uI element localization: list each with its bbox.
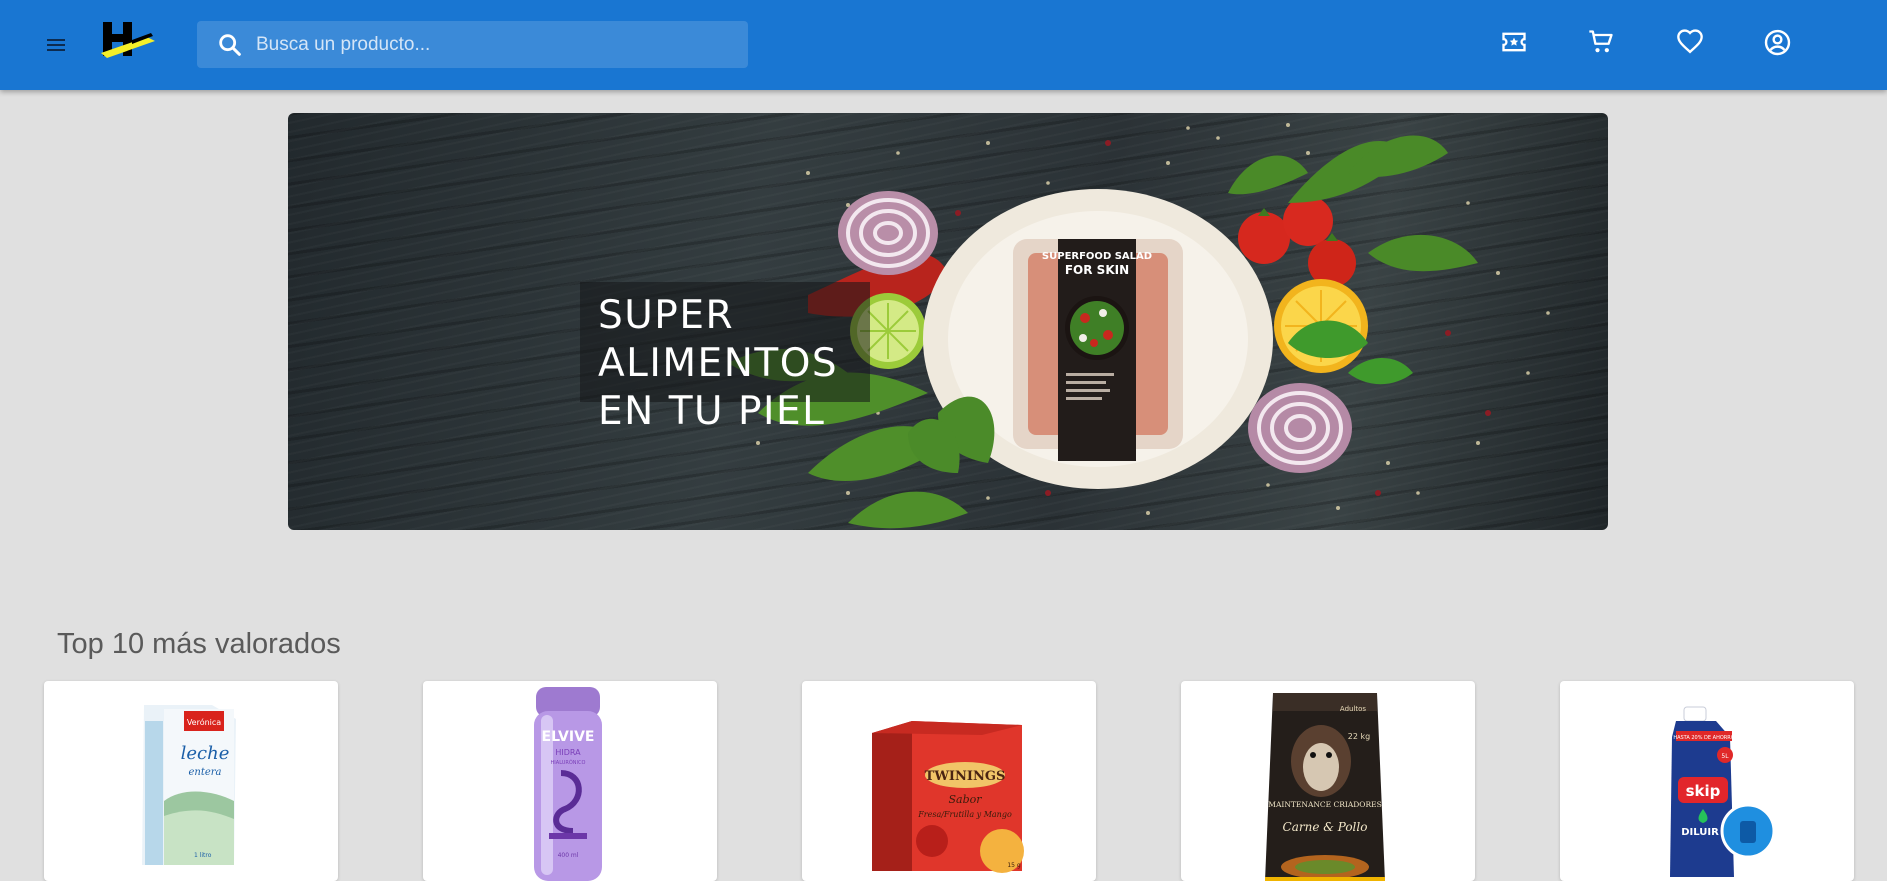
menu-icon: [47, 39, 65, 51]
product-image-detergent: HASTA 20% DE AHORRO 5L skip DILUIR: [1670, 706, 1776, 877]
banner-headline-line: ALIMENTOS: [598, 341, 839, 386]
product-image-conditioner: ELVIVE HIDRA HIALURÓNICO 400 ml: [534, 687, 602, 881]
store-logo[interactable]: [101, 20, 157, 60]
heart-icon: [1677, 29, 1703, 54]
search-bar[interactable]: [197, 21, 748, 68]
product-sub-text: HASTA 20% DE AHORRO: [1673, 735, 1734, 741]
cart-button[interactable]: [1583, 24, 1619, 60]
product-card[interactable]: TWININGS Sabor Fresa/Frutilla y Mango 15…: [802, 681, 1096, 881]
product-size-text: 5L: [1721, 753, 1729, 760]
banner-headline: SUPER ALIMENTOS EN TU PIEL: [580, 282, 870, 434]
product-sub-text: Fresa/Frutilla y Mango: [917, 810, 1012, 819]
favorites-button[interactable]: [1672, 24, 1708, 60]
product-card[interactable]: Verónica leche entera 1 litro: [44, 681, 338, 881]
product-brand-text: Verónica: [187, 717, 221, 727]
section-title-top-rated: Top 10 más valorados: [57, 628, 341, 660]
product-brand-text: skip: [1686, 782, 1721, 800]
cart-icon: [1589, 30, 1613, 53]
product-card[interactable]: ELVIVE HIDRA HIALURÓNICO 400 ml: [423, 681, 717, 881]
product-size-text: 1 litro: [194, 852, 212, 859]
product-name-text: Carne & Pollo: [1283, 820, 1368, 834]
logo-icon: [101, 22, 155, 58]
product-image-milk: Verónica leche entera 1 litro: [142, 705, 236, 865]
banner-food-illustration: SUPERFOOD SALAD FOR SKIN: [728, 123, 1550, 529]
banner-headline-line: EN TU PIEL: [598, 389, 826, 434]
search-icon: [219, 33, 241, 56]
svg-text:FOR SKIN: FOR SKIN: [1065, 263, 1129, 277]
coupons-button[interactable]: [1496, 24, 1532, 60]
product-brand-text: ELVIVE: [542, 729, 595, 745]
svg-text:SUPERFOOD SALAD: SUPERFOOD SALAD: [1042, 251, 1152, 262]
product-card[interactable]: Adultos 22 kg MAINTENANCE CRIADORES Carn…: [1181, 681, 1475, 881]
product-sub-text: Adultos: [1340, 705, 1367, 713]
account-icon: [1764, 29, 1790, 55]
product-brand-text: TWININGS: [925, 769, 1006, 784]
product-image-tea: TWININGS Sabor Fresa/Frutilla y Mango 15…: [872, 721, 1024, 873]
promo-banner[interactable]: SUPERFOOD SALAD FOR SKIN SUPER ALIMENTOS…: [288, 113, 1608, 530]
coupon-icon: [1502, 32, 1526, 52]
account-button[interactable]: [1759, 24, 1795, 60]
product-brand-text: MAINTENANCE CRIADORES: [1268, 800, 1381, 809]
product-sub-text: HIALURÓNICO: [551, 759, 586, 766]
product-size-text: 400 ml: [558, 852, 579, 859]
product-name-text: Sabor: [948, 793, 982, 806]
product-sub-text: entera: [188, 767, 221, 778]
product-name-text: leche: [181, 743, 230, 764]
product-card[interactable]: HASTA 20% DE AHORRO 5L skip DILUIR: [1560, 681, 1854, 881]
banner-headline-line: SUPER: [598, 293, 735, 338]
menu-button[interactable]: [38, 27, 74, 63]
product-name-text: HIDRA: [555, 748, 581, 757]
product-size-text: 22 kg: [1348, 732, 1370, 741]
product-name-text: DILUIR: [1681, 827, 1719, 838]
top-app-bar: [0, 0, 1887, 90]
product-image-dog-food: Adultos 22 kg MAINTENANCE CRIADORES Carn…: [1265, 693, 1385, 881]
product-size-text: 15 g: [1007, 862, 1021, 869]
search-input[interactable]: [256, 33, 726, 56]
